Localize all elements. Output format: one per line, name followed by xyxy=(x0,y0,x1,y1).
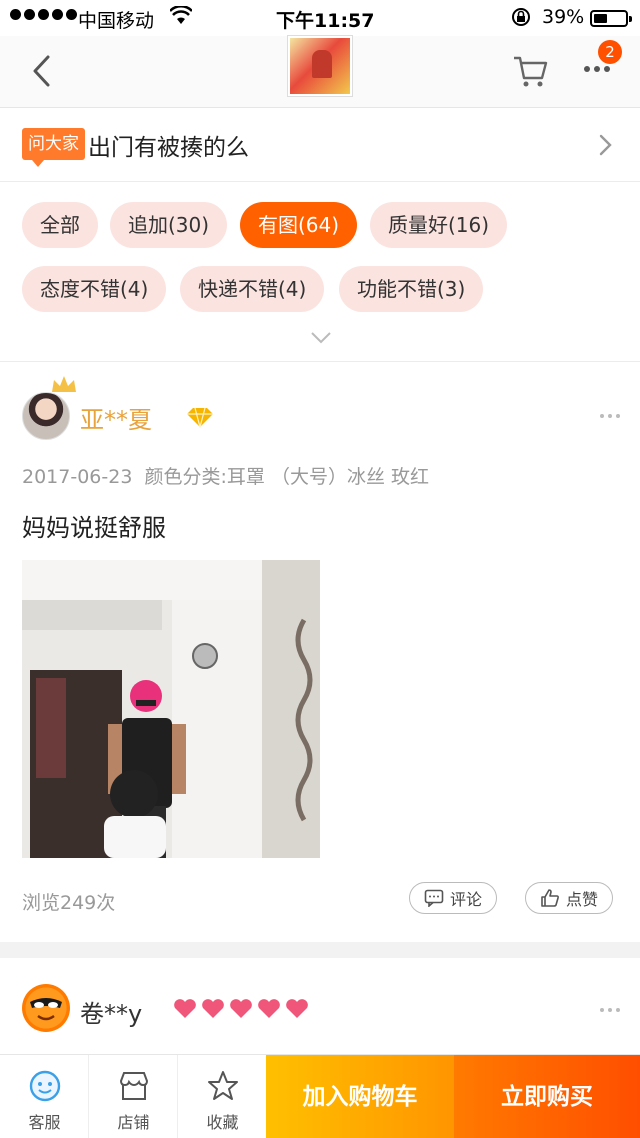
review-card: 亚**夏 2017-06-23 颜色分类:耳罩 （大号）冰丝 玫红 妈妈说挺舒服 xyxy=(0,362,640,942)
review-meta: 2017-06-23 颜色分类:耳罩 （大号）冰丝 玫红 xyxy=(22,462,429,489)
battery-icon xyxy=(590,10,632,27)
filter-followup[interactable]: 追加(30) xyxy=(110,202,228,248)
shop-label: 店铺 xyxy=(117,1113,150,1132)
ask-everyone-bar[interactable]: 问大家 出门有被揍的么 xyxy=(0,108,640,182)
review-sku: 颜色分类:耳罩 （大号）冰丝 玫红 xyxy=(144,466,429,488)
favorite-label: 收藏 xyxy=(206,1113,239,1132)
filter-good-quality[interactable]: 质量好(16) xyxy=(370,202,508,248)
rotation-lock-icon xyxy=(510,6,532,33)
filter-good-function[interactable]: 功能不错(3) xyxy=(339,266,484,312)
filter-all[interactable]: 全部 xyxy=(22,202,98,248)
service-label: 客服 xyxy=(28,1113,61,1132)
heart-icon xyxy=(230,999,252,1018)
like-label: 点赞 xyxy=(566,890,599,909)
filter-with-photos[interactable]: 有图(64) xyxy=(240,202,358,248)
favorite-tab[interactable]: 收藏 xyxy=(178,1055,267,1138)
shop-icon xyxy=(117,1069,151,1107)
buyer-level-hearts xyxy=(172,998,310,1020)
carrier-name: 中国移动 xyxy=(78,10,155,32)
chevron-down-icon[interactable] xyxy=(310,330,332,349)
comment-icon xyxy=(424,889,444,907)
crown-icon xyxy=(50,374,78,400)
heart-icon xyxy=(202,999,224,1018)
nav-bar: 2 xyxy=(0,36,640,108)
filter-good-attitude[interactable]: 态度不错(4) xyxy=(22,266,167,312)
review-options-icon[interactable] xyxy=(600,1008,620,1012)
add-to-cart-button[interactable]: 加入购物车 xyxy=(266,1055,454,1138)
product-thumbnail[interactable] xyxy=(288,36,352,96)
review-card: 卷**y xyxy=(0,958,640,1054)
thumbs-up-icon xyxy=(541,889,559,907)
battery-percent: 39% xyxy=(542,6,585,28)
star-icon xyxy=(206,1069,240,1107)
section-divider xyxy=(0,942,640,958)
wifi-icon xyxy=(169,4,193,31)
ask-tag: 问大家 xyxy=(22,128,85,167)
filter-good-delivery[interactable]: 快递不错(4) xyxy=(180,266,325,312)
status-bar: 中国移动 下午11:57 39% xyxy=(0,0,640,36)
avatar[interactable] xyxy=(22,984,70,1032)
ask-question: 出门有被揍的么 xyxy=(88,135,249,161)
service-tab[interactable]: 客服 xyxy=(0,1055,89,1138)
review-filters: 全部 追加(30) 有图(64) 质量好(16) 态度不错(4) 快递不错(4)… xyxy=(0,182,640,362)
buy-now-button[interactable]: 立即购买 xyxy=(454,1055,640,1138)
customer-service-icon xyxy=(28,1069,62,1107)
heart-icon xyxy=(258,999,280,1018)
cart-badge: 2 xyxy=(598,40,622,64)
review-text: 妈妈说挺舒服 xyxy=(22,514,166,542)
review-date: 2017-06-23 xyxy=(22,466,133,488)
diamond-icon xyxy=(186,406,214,432)
back-icon[interactable] xyxy=(30,54,54,92)
chevron-right-icon xyxy=(598,134,612,160)
comment-label: 评论 xyxy=(450,890,483,909)
like-button[interactable]: 点赞 xyxy=(525,882,614,914)
clock: 下午11:57 xyxy=(276,10,375,32)
view-count: 浏览249次 xyxy=(22,892,116,914)
reviewer-name: 亚**夏 xyxy=(80,406,152,434)
heart-icon xyxy=(174,999,196,1018)
review-photo[interactable] xyxy=(22,560,320,858)
cart-icon[interactable] xyxy=(512,54,548,92)
bottom-action-bar: 客服 店铺 收藏 加入购物车 立即购买 xyxy=(0,1054,640,1138)
comment-button[interactable]: 评论 xyxy=(409,882,498,914)
more-icon[interactable] xyxy=(584,66,610,72)
review-options-icon[interactable] xyxy=(600,414,620,418)
reviewer-name: 卷**y xyxy=(80,1000,143,1028)
shop-tab[interactable]: 店铺 xyxy=(89,1055,178,1138)
heart-icon xyxy=(286,999,308,1018)
signal-icon xyxy=(10,9,77,20)
